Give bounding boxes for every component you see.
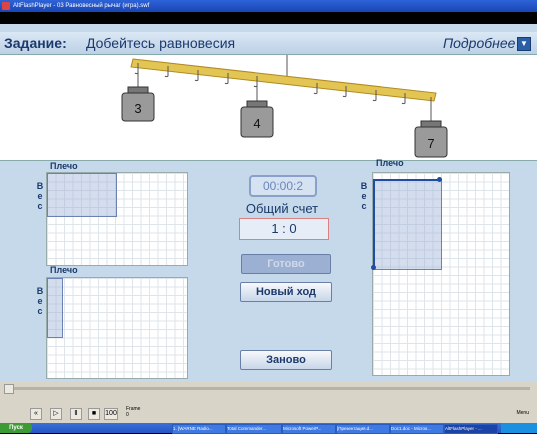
weight-cap — [420, 120, 442, 128]
weight-letter: е — [37, 191, 43, 201]
windows-taskbar: Пуск 1. [WARNE Radio... Total Commander.… — [0, 423, 537, 434]
right-arm-label: Плечо — [376, 158, 404, 168]
weight-letter: В — [36, 181, 44, 191]
rewind-button[interactable]: « — [30, 408, 42, 420]
timer-display: 00:00:2 — [249, 175, 317, 197]
weight-7-label: 7 — [427, 136, 434, 151]
lever-illustration: 3 4 7 — [121, 55, 448, 158]
weight-cap — [127, 86, 149, 94]
restart-button[interactable]: Заново — [240, 350, 332, 370]
window-title: AltFlashPlayer - 03 Равновесный рычаг (и… — [13, 3, 150, 9]
weight-letter: В — [36, 286, 44, 296]
scroll-left-button[interactable] — [4, 384, 14, 394]
weight-letter: е — [37, 296, 43, 306]
left-bottom-arm-label: Плечо — [50, 265, 78, 275]
left-top-arm-label: Плечо — [50, 161, 78, 171]
menu-button[interactable]: Menu — [516, 410, 529, 416]
play-button[interactable]: ▷ — [50, 408, 62, 420]
pause-icon: Ⅱ — [74, 410, 78, 417]
left-top-area — [47, 173, 117, 217]
start-button[interactable]: Пуск — [0, 423, 32, 433]
more-link[interactable]: Подробнее — [443, 35, 515, 51]
weight-letter: е — [361, 191, 367, 201]
window-titlebar: AltFlashPlayer - 03 Равновесный рычаг (и… — [0, 0, 537, 12]
frame-counter: Frame 0 — [126, 406, 140, 418]
weight-letter: В — [360, 181, 368, 191]
pause-button[interactable]: Ⅱ — [70, 408, 82, 420]
play-icon: ▷ — [53, 410, 59, 417]
app-icon — [2, 2, 10, 10]
new-move-button[interactable]: Новый ход — [240, 282, 332, 302]
task-header: Задание: Добейтесь равновесия Подробнее … — [0, 32, 537, 54]
weight-letter: с — [361, 201, 367, 211]
seek-bar[interactable] — [14, 387, 530, 390]
lever-beam — [130, 58, 437, 102]
left-bottom-grid[interactable] — [46, 277, 188, 379]
weight-4-label: 4 — [253, 116, 260, 131]
player-controls: « ▷ Ⅱ ■ 100 Frame 0 Menu — [0, 382, 537, 423]
triangle-down-icon: ▼ — [520, 39, 528, 48]
stop-icon: ■ — [91, 410, 97, 417]
weight-7[interactable]: 7 — [414, 120, 448, 158]
score-title: Общий счет — [245, 201, 319, 216]
weight-letter: с — [37, 201, 43, 211]
stop-button[interactable]: ■ — [88, 408, 100, 420]
frame-value: 0 — [126, 412, 129, 418]
lever-scene: 3 4 7 — [0, 54, 537, 161]
score-display: 1 : 0 — [239, 218, 329, 240]
zoom-field[interactable]: 100 — [104, 408, 118, 420]
weight-3-label: 3 — [134, 101, 141, 116]
left-top-grid[interactable] — [46, 172, 188, 266]
weight-cap — [246, 100, 268, 108]
task-text: Добейтесь равновесия — [86, 35, 236, 51]
done-button[interactable]: Готово — [241, 254, 331, 274]
left-top-weight-label: В е с — [36, 181, 44, 211]
weight-letter: с — [37, 306, 43, 316]
weight-3[interactable]: 3 — [121, 86, 155, 122]
area-corner-handle[interactable] — [437, 177, 442, 182]
right-area — [373, 179, 442, 270]
weight-4[interactable]: 4 — [240, 100, 274, 138]
more-dropdown-button[interactable]: ▼ — [517, 37, 531, 51]
flash-stage: Задание: Добейтесь равновесия Подробнее … — [0, 24, 537, 382]
area-corner-handle[interactable] — [371, 265, 376, 270]
task-label: Задание: — [4, 35, 67, 51]
rewind-icon: « — [34, 410, 38, 417]
right-weight-label: В е с — [360, 181, 368, 211]
left-bottom-area — [47, 278, 63, 338]
right-grid[interactable] — [371, 172, 510, 376]
player-top-bar — [0, 12, 537, 24]
left-bottom-weight-label: В е с — [36, 286, 44, 316]
system-tray — [501, 423, 537, 433]
